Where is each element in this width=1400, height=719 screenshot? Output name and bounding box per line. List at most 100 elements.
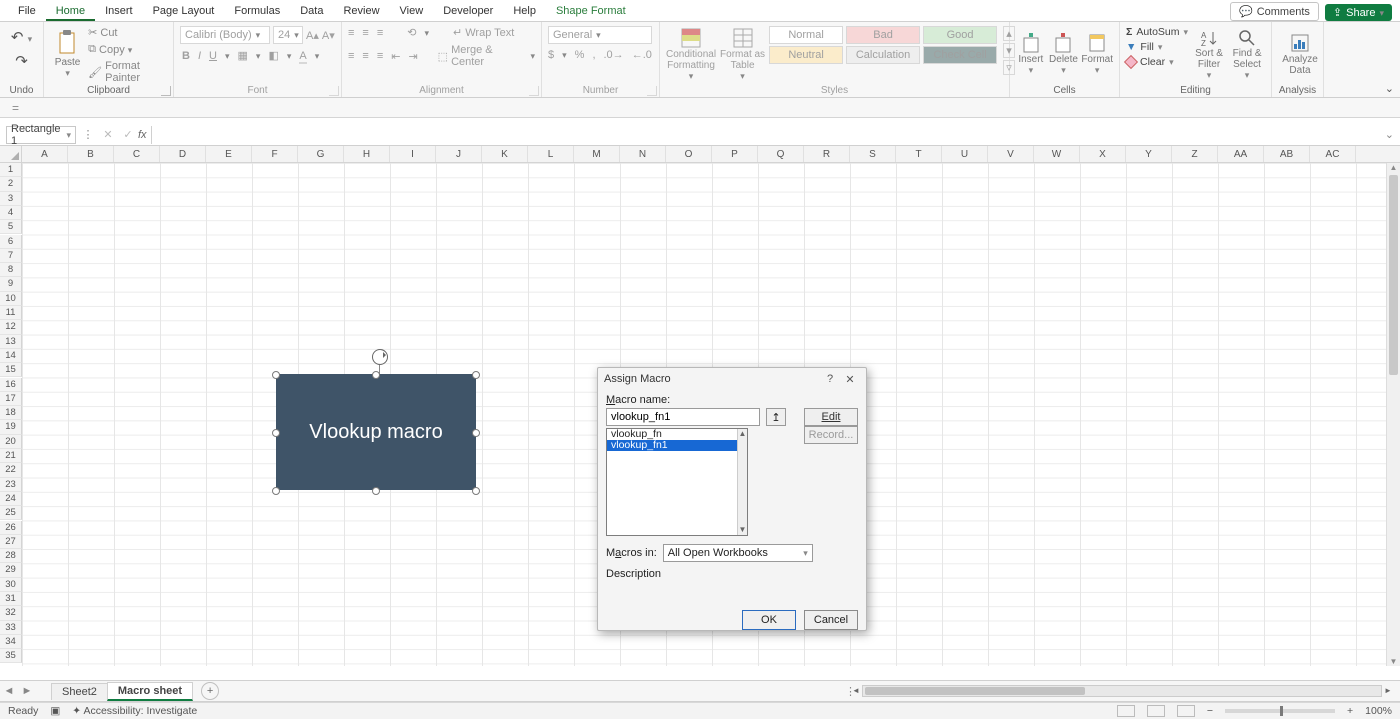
wrap-text-button[interactable]: ↵Wrap Text: [453, 26, 514, 39]
align-right-icon[interactable]: ≡: [377, 50, 383, 62]
align-top-icon[interactable]: ≡: [348, 27, 354, 39]
equals-shortcut-icon[interactable]: =: [12, 101, 19, 115]
row-header[interactable]: 33: [0, 621, 22, 635]
column-header[interactable]: W: [1034, 146, 1080, 162]
zoom-level[interactable]: 100%: [1365, 705, 1392, 717]
tab-scroll-right-icon[interactable]: ►: [18, 685, 36, 697]
column-header[interactable]: M: [574, 146, 620, 162]
column-header[interactable]: L: [528, 146, 574, 162]
style-neutral[interactable]: Neutral: [769, 46, 843, 64]
comma-format-icon[interactable]: ,: [592, 49, 595, 61]
fill-button[interactable]: ▼Fill: [1126, 41, 1188, 53]
row-header[interactable]: 8: [0, 263, 22, 277]
column-header[interactable]: H: [344, 146, 390, 162]
row-header[interactable]: 15: [0, 363, 22, 377]
menu-help[interactable]: Help: [503, 2, 546, 21]
row-header[interactable]: 31: [0, 592, 22, 606]
macro-name-input[interactable]: [606, 408, 760, 426]
column-header[interactable]: O: [666, 146, 712, 162]
redo-icon[interactable]: ↷: [15, 52, 28, 70]
macro-record-icon[interactable]: ▣: [50, 705, 60, 717]
column-header[interactable]: P: [712, 146, 758, 162]
formula-input[interactable]: [151, 126, 1379, 144]
scroll-down-icon[interactable]: ▼: [738, 525, 747, 535]
delete-cells-button[interactable]: Delete: [1049, 26, 1079, 82]
format-painter-button[interactable]: 🖌Format Painter: [88, 60, 167, 84]
bold-button[interactable]: B: [182, 50, 190, 62]
style-good[interactable]: Good: [923, 26, 997, 44]
resize-handle-nw[interactable]: [272, 371, 280, 379]
row-header[interactable]: 35: [0, 649, 22, 663]
column-header[interactable]: B: [68, 146, 114, 162]
row-header[interactable]: 25: [0, 506, 22, 520]
macro-list[interactable]: vlookup_fn vlookup_fn1 ▲ ▼: [606, 428, 748, 536]
cut-button[interactable]: ✂Cut: [88, 26, 167, 39]
row-header[interactable]: 13: [0, 335, 22, 349]
increase-font-icon[interactable]: A▴: [306, 29, 319, 42]
orientation-icon[interactable]: ⟲: [407, 26, 416, 39]
format-as-table-button[interactable]: Format as Table: [720, 26, 765, 82]
shape-rotate-handle[interactable]: [372, 349, 388, 365]
row-header[interactable]: 27: [0, 535, 22, 549]
spreadsheet-grid[interactable]: ABCDEFGHIJKLMNOPQRSTUVWXYZAAABAC 1234567…: [0, 146, 1400, 666]
macro-list-item-selected[interactable]: vlookup_fn1: [607, 440, 747, 451]
column-headers[interactable]: ABCDEFGHIJKLMNOPQRSTUVWXYZAAABAC: [0, 146, 1400, 163]
menu-shape-format[interactable]: Shape Format: [546, 2, 636, 21]
row-header[interactable]: 24: [0, 492, 22, 506]
border-button[interactable]: ▦: [238, 49, 248, 62]
new-sheet-button[interactable]: +: [201, 682, 219, 700]
menu-page-layout[interactable]: Page Layout: [143, 2, 225, 21]
accessibility-status[interactable]: ✦ Accessibility: Investigate: [72, 705, 197, 717]
autosum-button[interactable]: ΣAutoSum: [1126, 26, 1188, 38]
scroll-up-icon[interactable]: ▲: [738, 429, 747, 439]
column-header[interactable]: Y: [1126, 146, 1172, 162]
vlookup-macro-shape[interactable]: Vlookup macro: [276, 374, 476, 490]
list-scrollbar[interactable]: ▲ ▼: [737, 429, 747, 535]
column-header[interactable]: F: [252, 146, 298, 162]
row-header[interactable]: 10: [0, 292, 22, 306]
row-header[interactable]: 30: [0, 578, 22, 592]
column-header[interactable]: N: [620, 146, 666, 162]
view-normal-icon[interactable]: [1117, 705, 1135, 717]
column-header[interactable]: S: [850, 146, 896, 162]
conditional-formatting-button[interactable]: Conditional Formatting: [666, 26, 716, 82]
merge-center-button[interactable]: ⬚Merge & Center: [438, 44, 535, 68]
row-header[interactable]: 29: [0, 563, 22, 577]
column-header[interactable]: AC: [1310, 146, 1356, 162]
reference-picker-icon[interactable]: ↥: [766, 408, 786, 426]
enter-formula-icon[interactable]: ✓: [121, 128, 135, 141]
edit-button[interactable]: Edit: [804, 408, 858, 426]
column-header[interactable]: AA: [1218, 146, 1264, 162]
sheet-tab-macro-sheet[interactable]: Macro sheet: [107, 682, 193, 701]
resize-handle-w[interactable]: [272, 429, 280, 437]
column-header[interactable]: G: [298, 146, 344, 162]
clipboard-dialog-launcher[interactable]: [161, 86, 171, 96]
resize-handle-s[interactable]: [372, 487, 380, 495]
number-format-combo[interactable]: General: [548, 26, 652, 44]
decrease-font-icon[interactable]: A▾: [322, 29, 335, 42]
insert-cells-button[interactable]: Insert: [1016, 26, 1046, 82]
find-select-button[interactable]: Find & Select: [1230, 26, 1264, 82]
resize-handle-se[interactable]: [472, 487, 480, 495]
share-button[interactable]: ⇪ Share: [1325, 4, 1392, 21]
row-header[interactable]: 7: [0, 249, 22, 263]
row-header[interactable]: 3: [0, 192, 22, 206]
row-header[interactable]: 2: [0, 177, 22, 191]
ok-button[interactable]: OK: [742, 610, 796, 630]
accounting-format-icon[interactable]: $: [548, 49, 554, 61]
sheet-tab-sheet2[interactable]: Sheet2: [51, 683, 108, 700]
analyze-data-button[interactable]: Analyze Data: [1278, 26, 1322, 82]
ribbon-collapse-icon[interactable]: ⌄: [1385, 82, 1394, 95]
resize-handle-sw[interactable]: [272, 487, 280, 495]
font-color-button[interactable]: A: [299, 50, 306, 62]
macros-in-combo[interactable]: All Open Workbooks: [663, 544, 813, 562]
menu-review[interactable]: Review: [333, 2, 389, 21]
record-button[interactable]: Record...: [804, 426, 858, 444]
column-header[interactable]: K: [482, 146, 528, 162]
fill-color-button[interactable]: ◧: [268, 49, 278, 62]
style-calculation[interactable]: Calculation: [846, 46, 920, 64]
resize-handle-ne[interactable]: [472, 371, 480, 379]
row-header[interactable]: 18: [0, 406, 22, 420]
menu-file[interactable]: File: [8, 2, 46, 21]
row-header[interactable]: 5: [0, 220, 22, 234]
